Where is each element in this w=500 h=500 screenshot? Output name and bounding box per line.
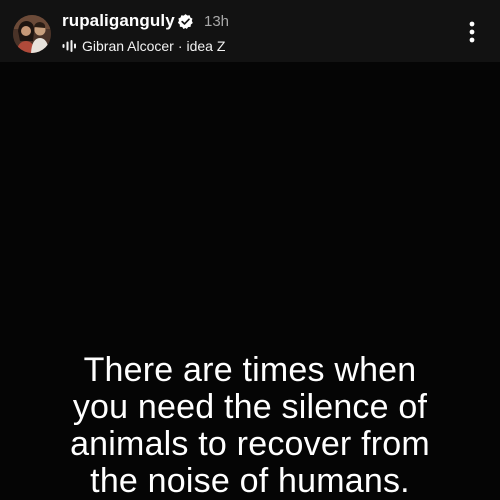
story-quote-text: There are times when you need the silenc… [0, 352, 500, 500]
story-timestamp: 13h [204, 13, 230, 30]
avatar[interactable] [13, 15, 51, 53]
music-artist: Gibran Alcocer [82, 38, 174, 54]
username[interactable]: rupaliganguly [62, 11, 175, 31]
quote-line: the noise of humans. [90, 462, 410, 500]
music-attribution[interactable]: Gibran Alcocer · idea Z [62, 37, 225, 55]
audio-eq-icon [62, 40, 76, 52]
quote-line: There are times when [83, 351, 417, 389]
avatar-image [13, 15, 51, 53]
music-separator: · [177, 38, 183, 54]
story-header: rupaliganguly 13h Gibran Alcocer · idea … [0, 0, 500, 62]
more-options-button[interactable] [462, 19, 482, 45]
quote-line: you need the silence of [72, 388, 428, 426]
more-options-icon [469, 21, 475, 43]
quote-line: animals to recover from [70, 425, 430, 463]
story-viewer: rupaliganguly 13h Gibran Alcocer · idea … [0, 0, 500, 500]
music-track: idea Z [186, 38, 226, 54]
verified-badge-icon [177, 14, 193, 29]
